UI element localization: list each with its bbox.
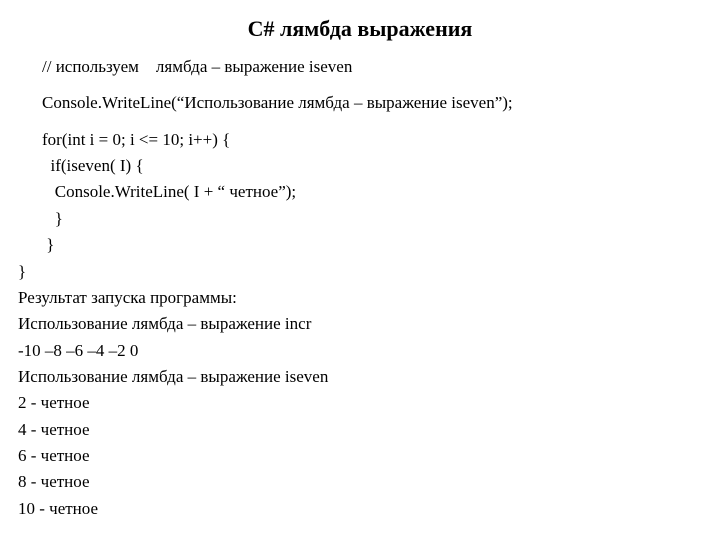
output-line: Использование лямбда – выражение incr [18,311,702,337]
output-line: -10 –8 –6 –4 –2 0 [18,338,702,364]
output-line: 8 - четное [18,469,702,495]
blank-line [42,117,702,127]
code-line: // используем лямбда – выражение iseven [42,54,702,80]
output-line: 2 - четное [18,390,702,416]
output-line: 6 - четное [18,443,702,469]
output-block: Результат запуска программы: Использован… [18,285,702,522]
code-line: if(iseven( I) { [42,153,702,179]
blank-line [42,80,702,90]
output-line: 10 - четное [18,496,702,522]
code-line: } [42,206,702,232]
slide-title: C# лямбда выражения [18,12,702,46]
code-line: Console.WriteLine(“Использование лямбда … [42,90,702,116]
code-line: } [18,259,702,285]
output-line: 4 - четное [18,417,702,443]
code-line: for(int i = 0; i <= 10; i++) { [42,127,702,153]
output-line: Результат запуска программы: [18,285,702,311]
code-line: } [42,232,702,258]
output-line: Использование лямбда – выражение iseven [18,364,702,390]
code-block: // используем лямбда – выражение iseven … [18,54,702,258]
code-line: Console.WriteLine( I + “ четное”); [42,179,702,205]
